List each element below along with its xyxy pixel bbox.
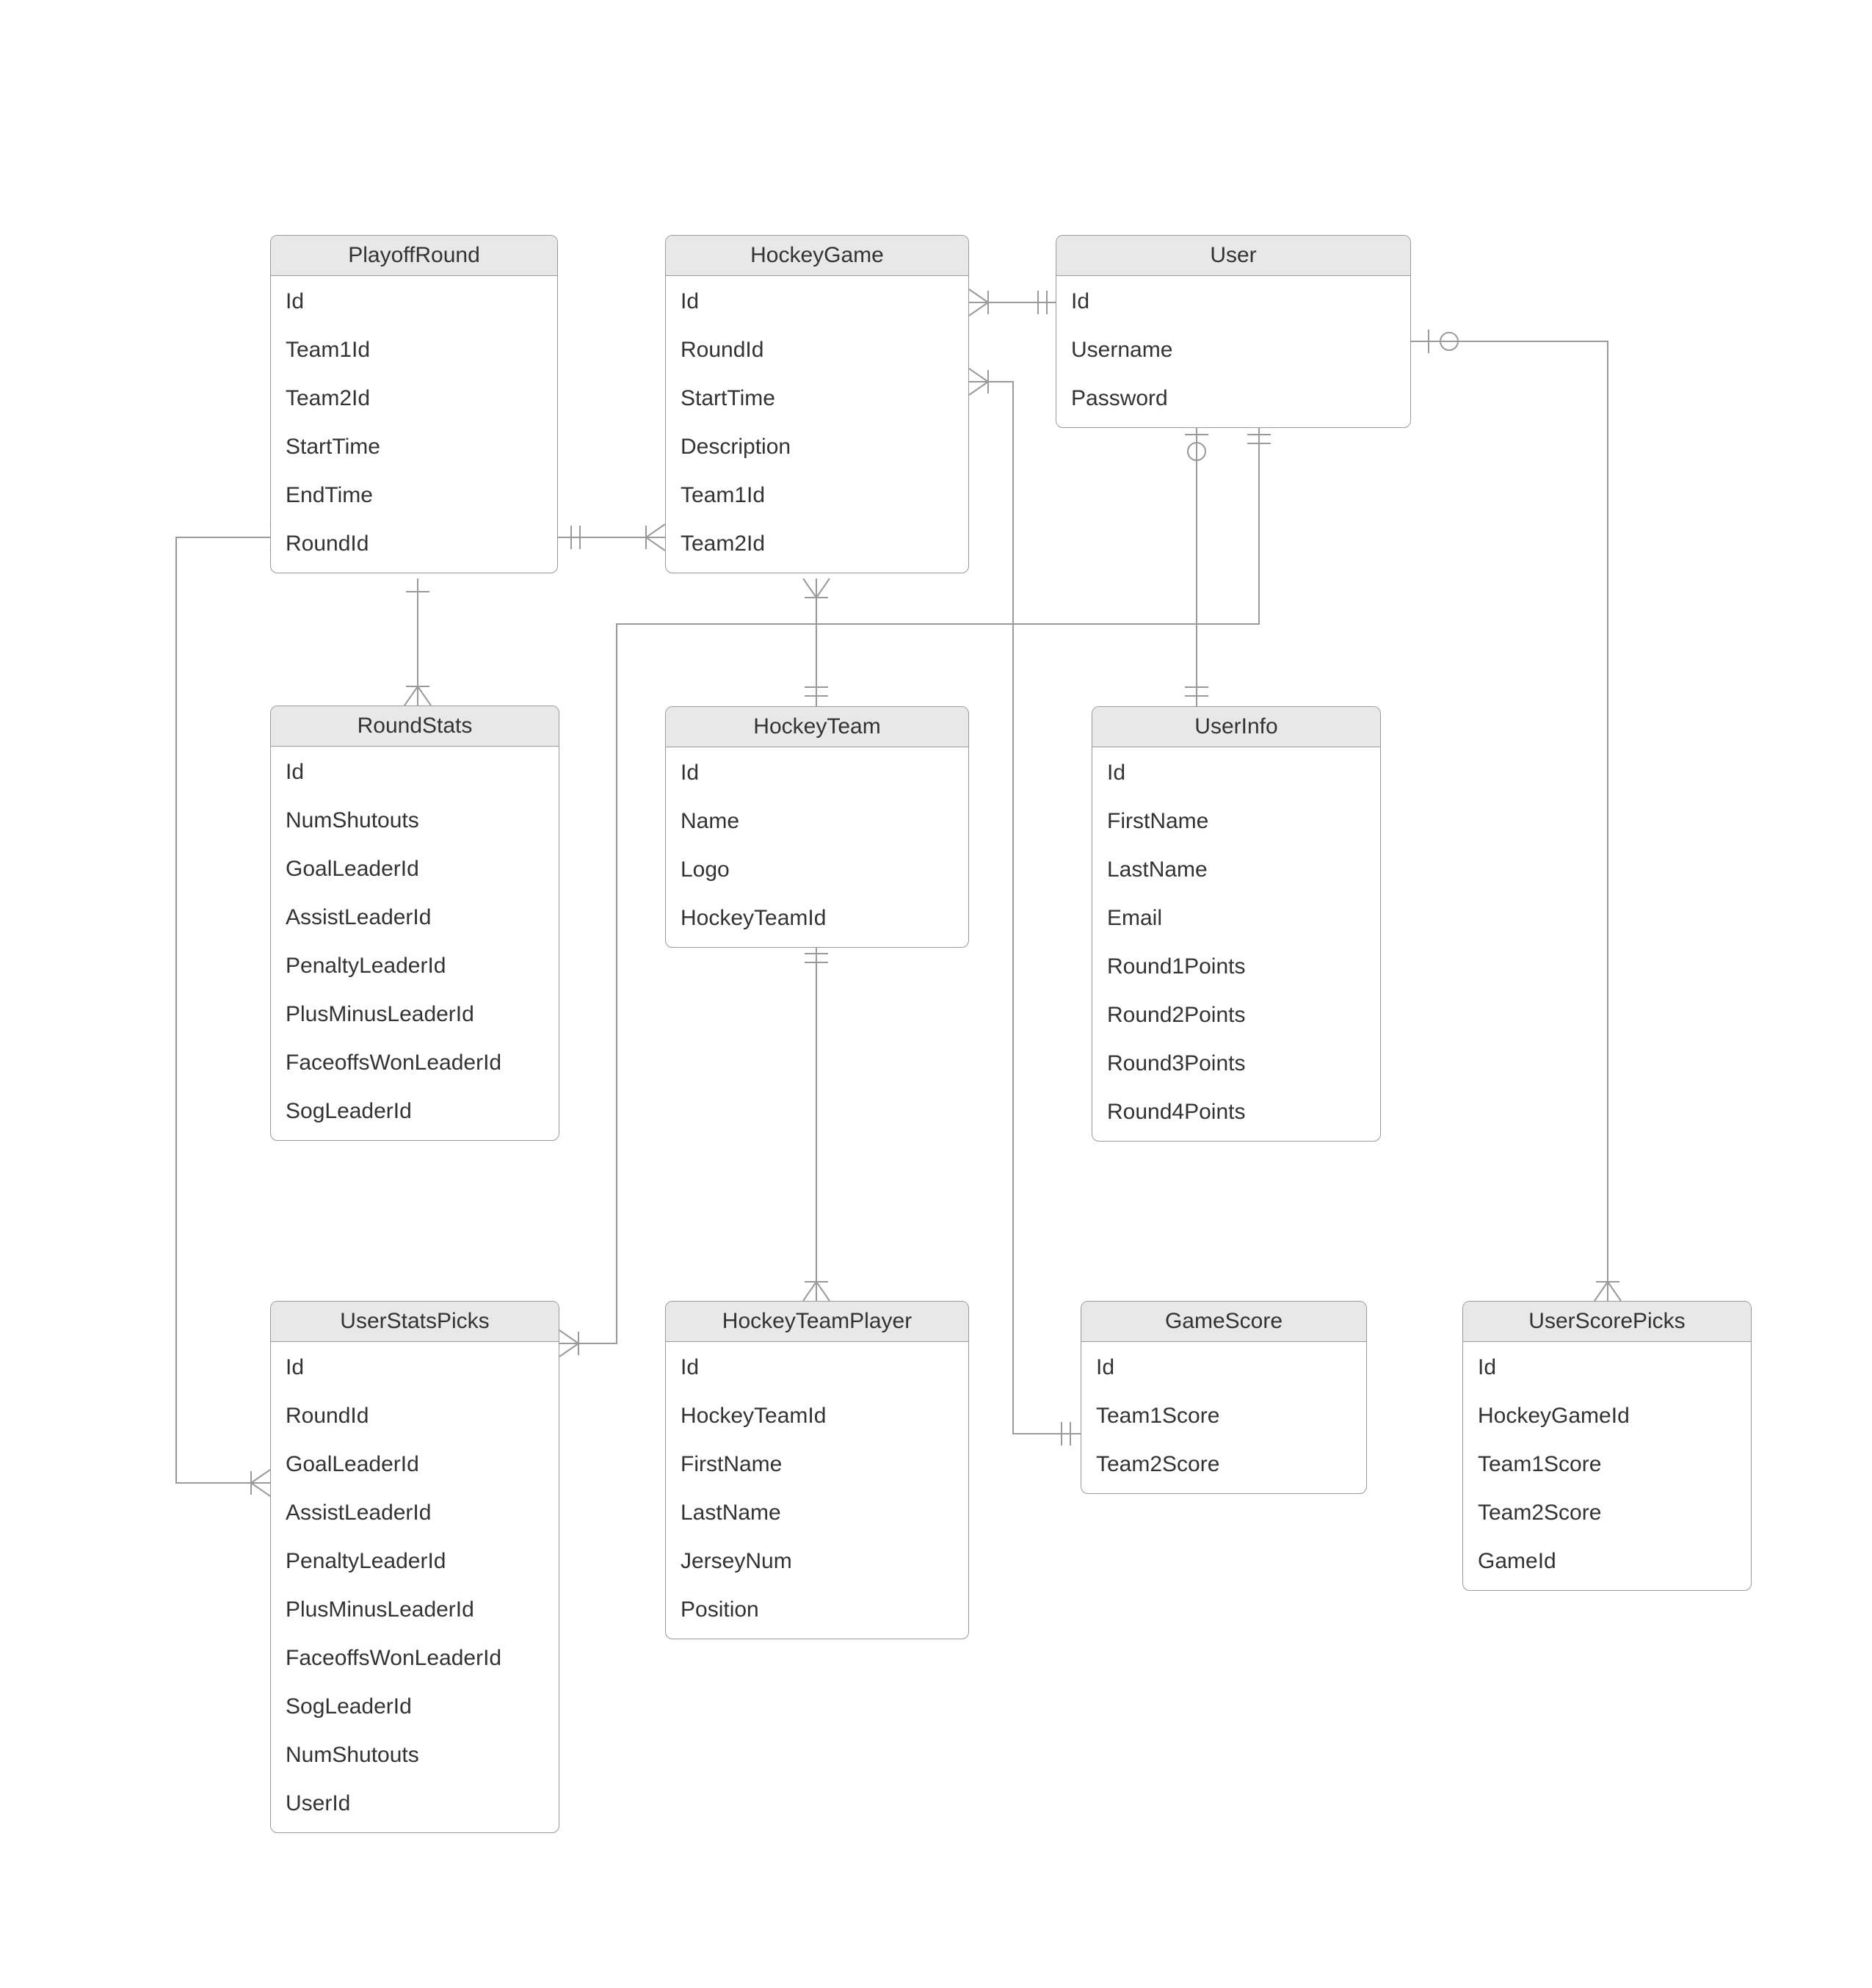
- attr: Name: [666, 797, 968, 846]
- attr: AssistLeaderId: [271, 1489, 559, 1537]
- attr: Id: [1092, 749, 1380, 797]
- attr: Team1Score: [1463, 1440, 1751, 1489]
- attr: HockeyTeamId: [666, 894, 968, 943]
- entity-title: User: [1056, 236, 1410, 276]
- attr: Email: [1092, 894, 1380, 943]
- attr: PlusMinusLeaderId: [271, 990, 559, 1039]
- entity-title: GameScore: [1081, 1302, 1366, 1342]
- attr: FaceoffsWonLeaderId: [271, 1039, 559, 1087]
- attr: Round4Points: [1092, 1088, 1380, 1136]
- attr: RoundId: [666, 326, 968, 374]
- attr: FirstName: [1092, 797, 1380, 846]
- entity-body: Id NumShutouts GoalLeaderId AssistLeader…: [271, 747, 559, 1140]
- entity-title: UserStatsPicks: [271, 1302, 559, 1342]
- attr: Id: [666, 749, 968, 797]
- attr: Password: [1056, 374, 1410, 423]
- attr: Id: [1463, 1343, 1751, 1392]
- attr: Round1Points: [1092, 943, 1380, 991]
- entity-gamescore: GameScore Id Team1Score Team2Score: [1081, 1301, 1367, 1494]
- entity-title: HockeyTeam: [666, 707, 968, 747]
- entity-hockeyteam: HockeyTeam Id Name Logo HockeyTeamId: [665, 706, 969, 948]
- attr: NumShutouts: [271, 797, 559, 845]
- entity-title: UserInfo: [1092, 707, 1380, 747]
- attr: Team1Score: [1081, 1392, 1366, 1440]
- attr: StartTime: [666, 374, 968, 423]
- attr: Team2Id: [666, 520, 968, 568]
- attr: LastName: [666, 1489, 968, 1537]
- attr: AssistLeaderId: [271, 893, 559, 942]
- attr: Description: [666, 423, 968, 471]
- attr: HockeyTeamId: [666, 1392, 968, 1440]
- entity-body: Id Username Password: [1056, 276, 1410, 427]
- attr: Id: [666, 1343, 968, 1392]
- attr: Position: [666, 1586, 968, 1634]
- attr: EndTime: [271, 471, 557, 520]
- attr: RoundId: [271, 520, 557, 568]
- entity-userinfo: UserInfo Id FirstName LastName Email Rou…: [1092, 706, 1381, 1142]
- attr: Team2Score: [1081, 1440, 1366, 1489]
- rel-playoffround-userstatspicks: [176, 537, 270, 1483]
- attr: Team2Id: [271, 374, 557, 423]
- attr: JerseyNum: [666, 1537, 968, 1586]
- er-diagram-canvas: PlayoffRound Id Team1Id Team2Id StartTim…: [0, 0, 1872, 1988]
- attr: GameId: [1463, 1537, 1751, 1586]
- attr: Logo: [666, 846, 968, 894]
- attr: Id: [271, 748, 559, 797]
- entity-title: UserScorePicks: [1463, 1302, 1751, 1342]
- attr: Id: [271, 1343, 559, 1392]
- attr: FaceoffsWonLeaderId: [271, 1634, 559, 1683]
- attr: Id: [271, 277, 557, 326]
- entity-body: Id RoundId StartTime Description Team1Id…: [666, 276, 968, 573]
- attr: Id: [1081, 1343, 1366, 1392]
- entity-userstatspicks: UserStatsPicks Id RoundId GoalLeaderId A…: [270, 1301, 559, 1833]
- entity-userscorepicks: UserScorePicks Id HockeyGameId Team1Scor…: [1462, 1301, 1752, 1591]
- entity-user: User Id Username Password: [1056, 235, 1411, 428]
- attr: LastName: [1092, 846, 1380, 894]
- attr: GoalLeaderId: [271, 1440, 559, 1489]
- attr: Team1Id: [271, 326, 557, 374]
- attr: GoalLeaderId: [271, 845, 559, 893]
- entity-body: Id HockeyTeamId FirstName LastName Jerse…: [666, 1342, 968, 1639]
- attr: Id: [666, 277, 968, 326]
- attr: Round3Points: [1092, 1040, 1380, 1088]
- attr: PenaltyLeaderId: [271, 942, 559, 990]
- entity-title: RoundStats: [271, 706, 559, 747]
- attr: PlusMinusLeaderId: [271, 1586, 559, 1634]
- attr: SogLeaderId: [271, 1087, 559, 1136]
- attr: Round2Points: [1092, 991, 1380, 1040]
- entity-title: HockeyGame: [666, 236, 968, 276]
- attr: FirstName: [666, 1440, 968, 1489]
- entity-body: Id Name Logo HockeyTeamId: [666, 747, 968, 947]
- attr: NumShutouts: [271, 1731, 559, 1780]
- entity-body: Id RoundId GoalLeaderId AssistLeaderId P…: [271, 1342, 559, 1832]
- rel-user-userscorepicks: [1411, 341, 1608, 1301]
- entity-hockeyteamplayer: HockeyTeamPlayer Id HockeyTeamId FirstNa…: [665, 1301, 969, 1639]
- entity-body: Id FirstName LastName Email Round1Points…: [1092, 747, 1380, 1141]
- entity-body: Id Team1Score Team2Score: [1081, 1342, 1366, 1493]
- attr: SogLeaderId: [271, 1683, 559, 1731]
- entity-hockeygame: HockeyGame Id RoundId StartTime Descript…: [665, 235, 969, 573]
- entity-title: HockeyTeamPlayer: [666, 1302, 968, 1342]
- attr: RoundId: [271, 1392, 559, 1440]
- attr: PenaltyLeaderId: [271, 1537, 559, 1586]
- rel-hockeygame-gamescore: [969, 382, 1081, 1434]
- entity-playoffround: PlayoffRound Id Team1Id Team2Id StartTim…: [270, 235, 558, 573]
- entity-title: PlayoffRound: [271, 236, 557, 276]
- attr: UserId: [271, 1780, 559, 1828]
- attr: Team1Id: [666, 471, 968, 520]
- attr: Team2Score: [1463, 1489, 1751, 1537]
- attr: Username: [1056, 326, 1410, 374]
- attr: StartTime: [271, 423, 557, 471]
- attr: Id: [1056, 277, 1410, 326]
- entity-roundstats: RoundStats Id NumShutouts GoalLeaderId A…: [270, 705, 559, 1141]
- entity-body: Id Team1Id Team2Id StartTime EndTime Rou…: [271, 276, 557, 573]
- attr: HockeyGameId: [1463, 1392, 1751, 1440]
- entity-body: Id HockeyGameId Team1Score Team2Score Ga…: [1463, 1342, 1751, 1590]
